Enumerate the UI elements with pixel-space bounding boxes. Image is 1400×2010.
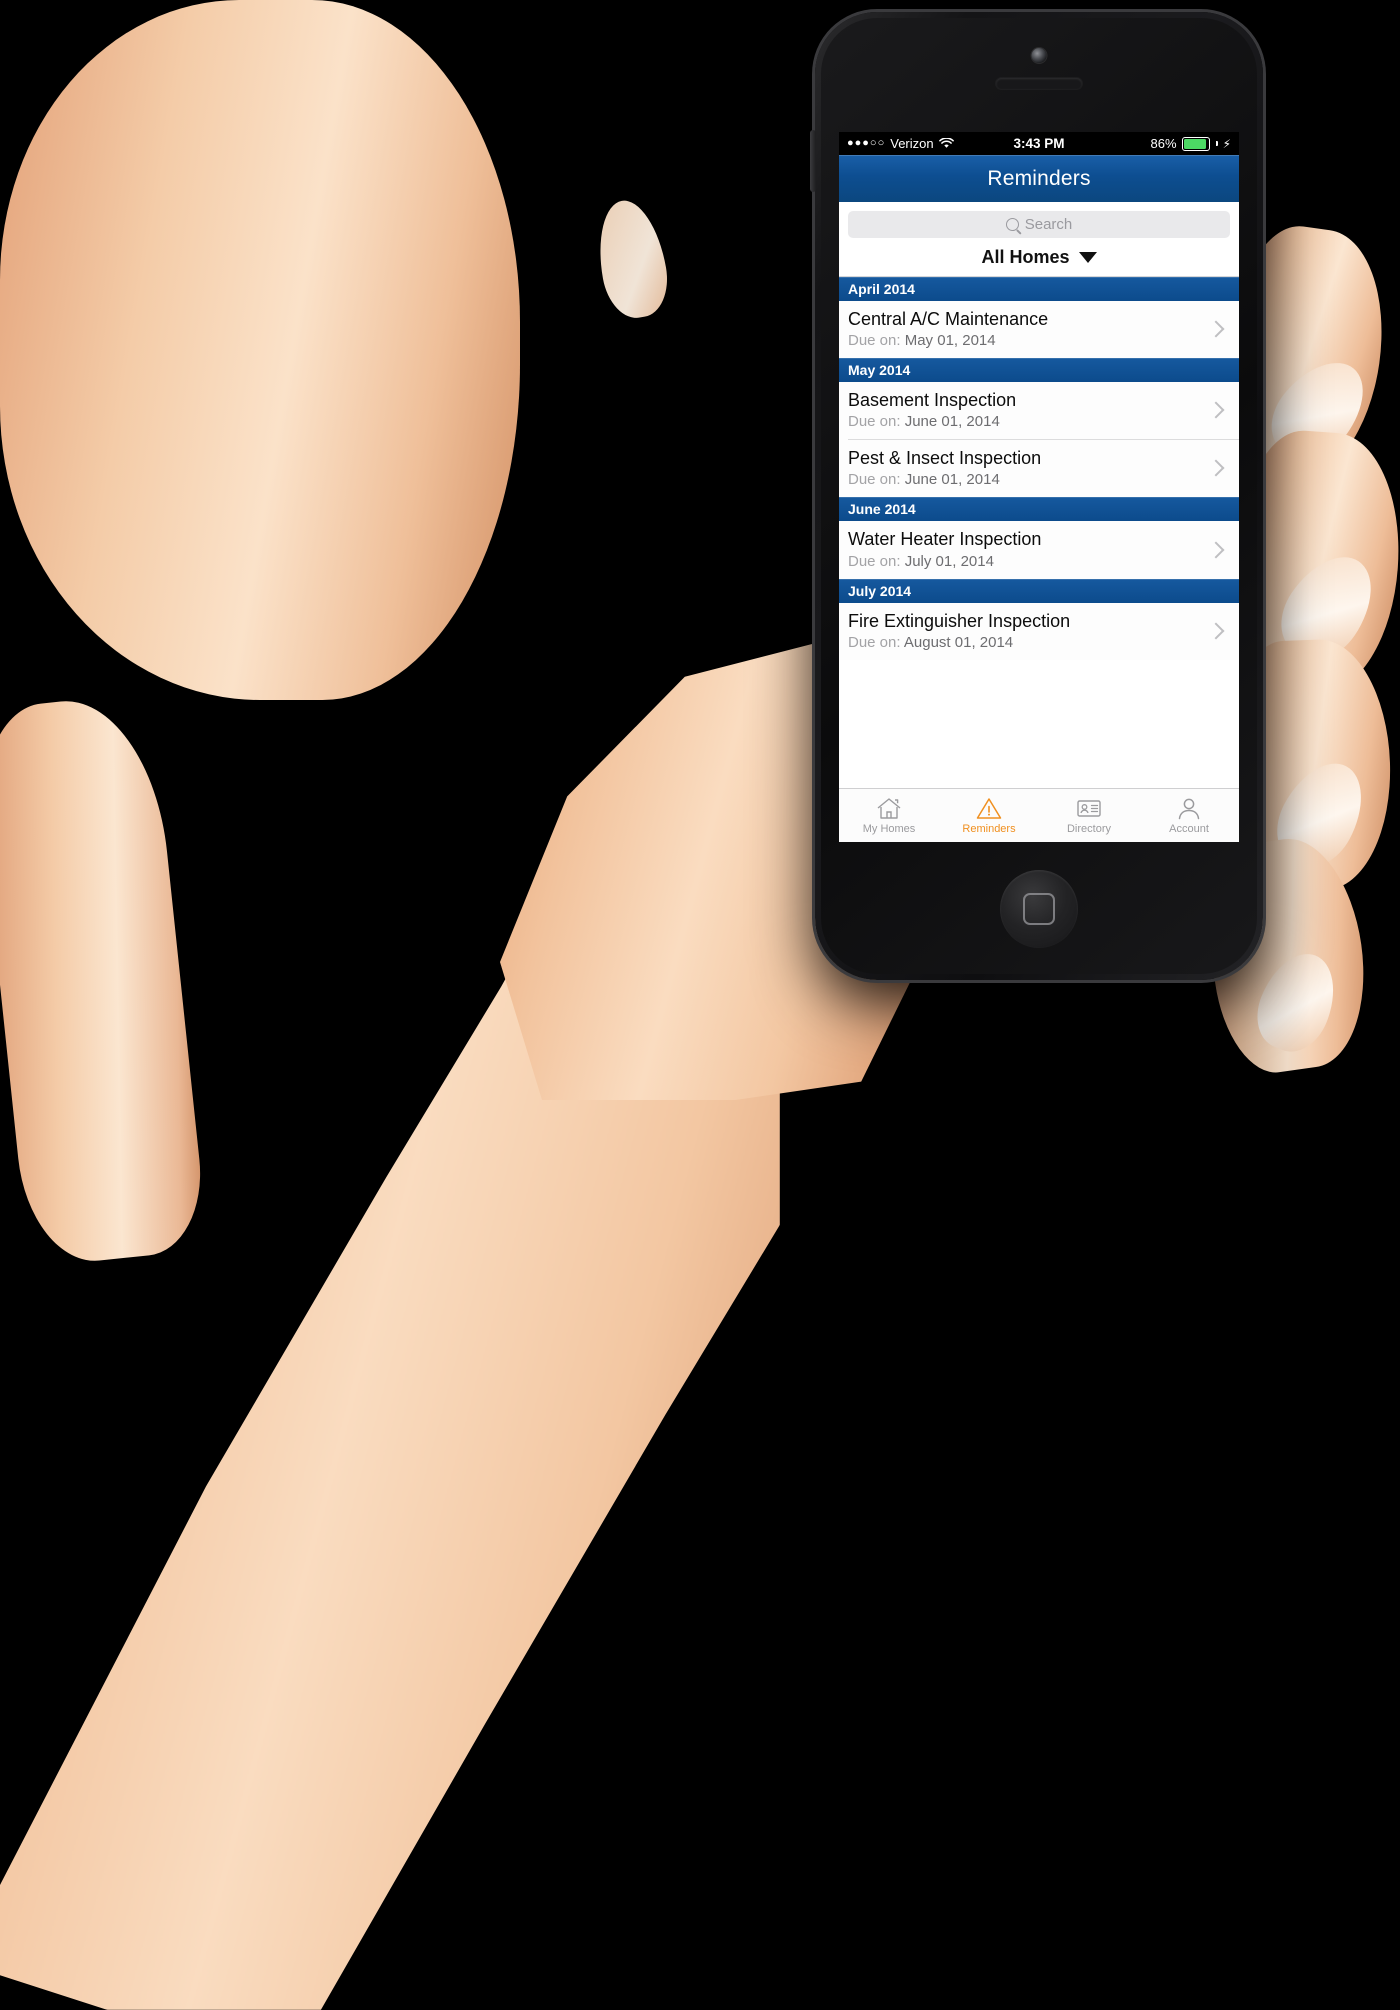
list-item-title: Water Heater Inspection	[848, 529, 1042, 550]
list-section-header: April 2014	[839, 277, 1239, 301]
list-section-group: Water Heater Inspection Due on: July 01, …	[839, 521, 1239, 579]
index-fingernail	[1255, 344, 1383, 476]
due-date: May 01, 2014	[904, 332, 996, 350]
clock-label: 3:43 PM	[1013, 136, 1065, 151]
page-title: Reminders	[987, 166, 1091, 190]
due-label: Due on:	[848, 332, 901, 350]
battery-percent-label: 86%	[1150, 136, 1177, 151]
home-filter-dropdown[interactable]: All Homes	[839, 238, 1239, 277]
tab-my-homes[interactable]: My Homes	[839, 789, 939, 842]
earpiece-speaker-icon	[996, 78, 1082, 89]
tab-label: Directory	[1066, 823, 1111, 835]
due-label: Due on:	[848, 633, 901, 651]
tab-reminders[interactable]: Reminders	[939, 789, 1039, 842]
list-section-group: Fire Extinguisher Inspection Due on: Augu…	[839, 602, 1239, 660]
reminders-list[interactable]: April 2014 Central A/C Maintenance Due on:…	[839, 277, 1239, 660]
palm	[0, 0, 520, 700]
list-item-title: Fire Extinguisher Inspection	[848, 610, 1071, 631]
battery-icon	[1181, 136, 1210, 151]
due-date: August 01, 2014	[903, 633, 1014, 651]
home-square-icon	[1023, 893, 1055, 925]
list-item-text: Water Heater Inspection Due on: July 01, …	[848, 529, 1041, 569]
search-input[interactable]: Search	[848, 211, 1230, 238]
middle-fingernail	[1265, 540, 1391, 674]
due-date: June 01, 2014	[904, 471, 1000, 489]
tab-bar[interactable]: My Homes Reminders Directory Account	[839, 788, 1239, 842]
carrier-label: Verizon	[890, 136, 934, 151]
status-bar: ●●●○○ Verizon 3:43 PM 86% ⚡	[839, 132, 1239, 155]
thumbnail	[590, 195, 674, 323]
thumb	[0, 692, 209, 1268]
list-item[interactable]: Basement Inspection Due on: June 01, 2014	[839, 382, 1239, 440]
warning-triangle-icon	[976, 796, 1002, 820]
chevron-right-icon	[1207, 622, 1225, 640]
list-item-due: Due on: July 01, 2014	[848, 553, 1041, 570]
contact-card-icon	[1076, 796, 1102, 820]
list-item-text: Fire Extinguisher Inspection Due on: Augu…	[848, 611, 1070, 651]
house-icon	[876, 796, 902, 820]
list-item[interactable]: Pest & Insect Inspection Due on: June 01,…	[848, 439, 1239, 498]
wifi-icon	[938, 138, 954, 149]
list-item-title: Pest & Insect Inspection	[848, 448, 1042, 469]
tab-label: Account	[1169, 823, 1209, 835]
list-item[interactable]: Fire Extinguisher Inspection Due on: Augu…	[839, 602, 1239, 660]
list-item-title: Central A/C Maintenance	[848, 309, 1049, 329]
little-fingernail	[1245, 942, 1349, 1062]
front-camera-icon	[1031, 48, 1047, 63]
forearm	[0, 820, 780, 2010]
list-item-due: Due on: June 01, 2014	[848, 413, 1016, 430]
chevron-right-icon	[1207, 401, 1225, 419]
tab-label: Reminders	[962, 823, 1016, 835]
navigation-bar: Reminders	[839, 155, 1239, 202]
due-label: Due on:	[848, 471, 901, 489]
list-section-group: Basement Inspection Due on: June 01, 2014…	[839, 382, 1239, 498]
search-container: Search	[839, 202, 1239, 238]
list-item-text: Basement Inspection Due on: June 01, 2014	[848, 390, 1016, 430]
list-section-header: July 2014	[839, 578, 1239, 603]
home-button[interactable]	[1000, 870, 1078, 948]
search-icon	[1005, 218, 1019, 231]
chevron-down-icon	[1078, 251, 1097, 263]
list-item-due: Due on: May 01, 2014	[848, 332, 1048, 349]
list-item-text: Central A/C Maintenance Due on: May 01, 2…	[848, 309, 1048, 349]
phone-device: ●●●○○ Verizon 3:43 PM 86% ⚡ Reminders Se…	[810, 12, 1263, 980]
due-date: July 01, 2014	[904, 552, 994, 570]
chevron-right-icon	[1207, 541, 1225, 559]
volume-button[interactable]	[810, 130, 816, 192]
due-label: Due on:	[848, 413, 901, 431]
list-item-title: Basement Inspection	[848, 390, 1017, 411]
list-item[interactable]: Water Heater Inspection Due on: July 01, …	[839, 521, 1239, 579]
chevron-right-icon	[1207, 320, 1225, 338]
list-item-text: Pest & Insect Inspection Due on: June 01,…	[848, 448, 1041, 488]
tab-account[interactable]: Account	[1139, 789, 1239, 842]
person-icon	[1176, 796, 1202, 820]
signal-strength-icon: ●●●○○	[847, 137, 886, 149]
search-placeholder: Search	[1024, 216, 1073, 233]
chevron-right-icon	[1207, 459, 1225, 477]
list-section-group: Central A/C Maintenance Due on: May 01, 2…	[839, 301, 1239, 359]
tab-label: My Homes	[862, 823, 916, 835]
due-date: June 01, 2014	[904, 413, 1000, 431]
ring-fingernail	[1262, 748, 1380, 880]
list-section-header: June 2014	[839, 497, 1239, 522]
due-label: Due on:	[848, 552, 901, 570]
home-filter-label: All Homes	[981, 246, 1070, 267]
list-section-header: May 2014	[839, 358, 1239, 383]
tab-directory[interactable]: Directory	[1039, 789, 1139, 842]
list-item[interactable]: Central A/C Maintenance Due on: May 01, 2…	[839, 301, 1239, 359]
charging-bolt-icon: ⚡	[1222, 136, 1231, 151]
list-item-due: Due on: June 01, 2014	[848, 471, 1041, 488]
phone-screen: ●●●○○ Verizon 3:43 PM 86% ⚡ Reminders Se…	[839, 132, 1239, 842]
list-item-due: Due on: August 01, 2014	[848, 634, 1070, 651]
